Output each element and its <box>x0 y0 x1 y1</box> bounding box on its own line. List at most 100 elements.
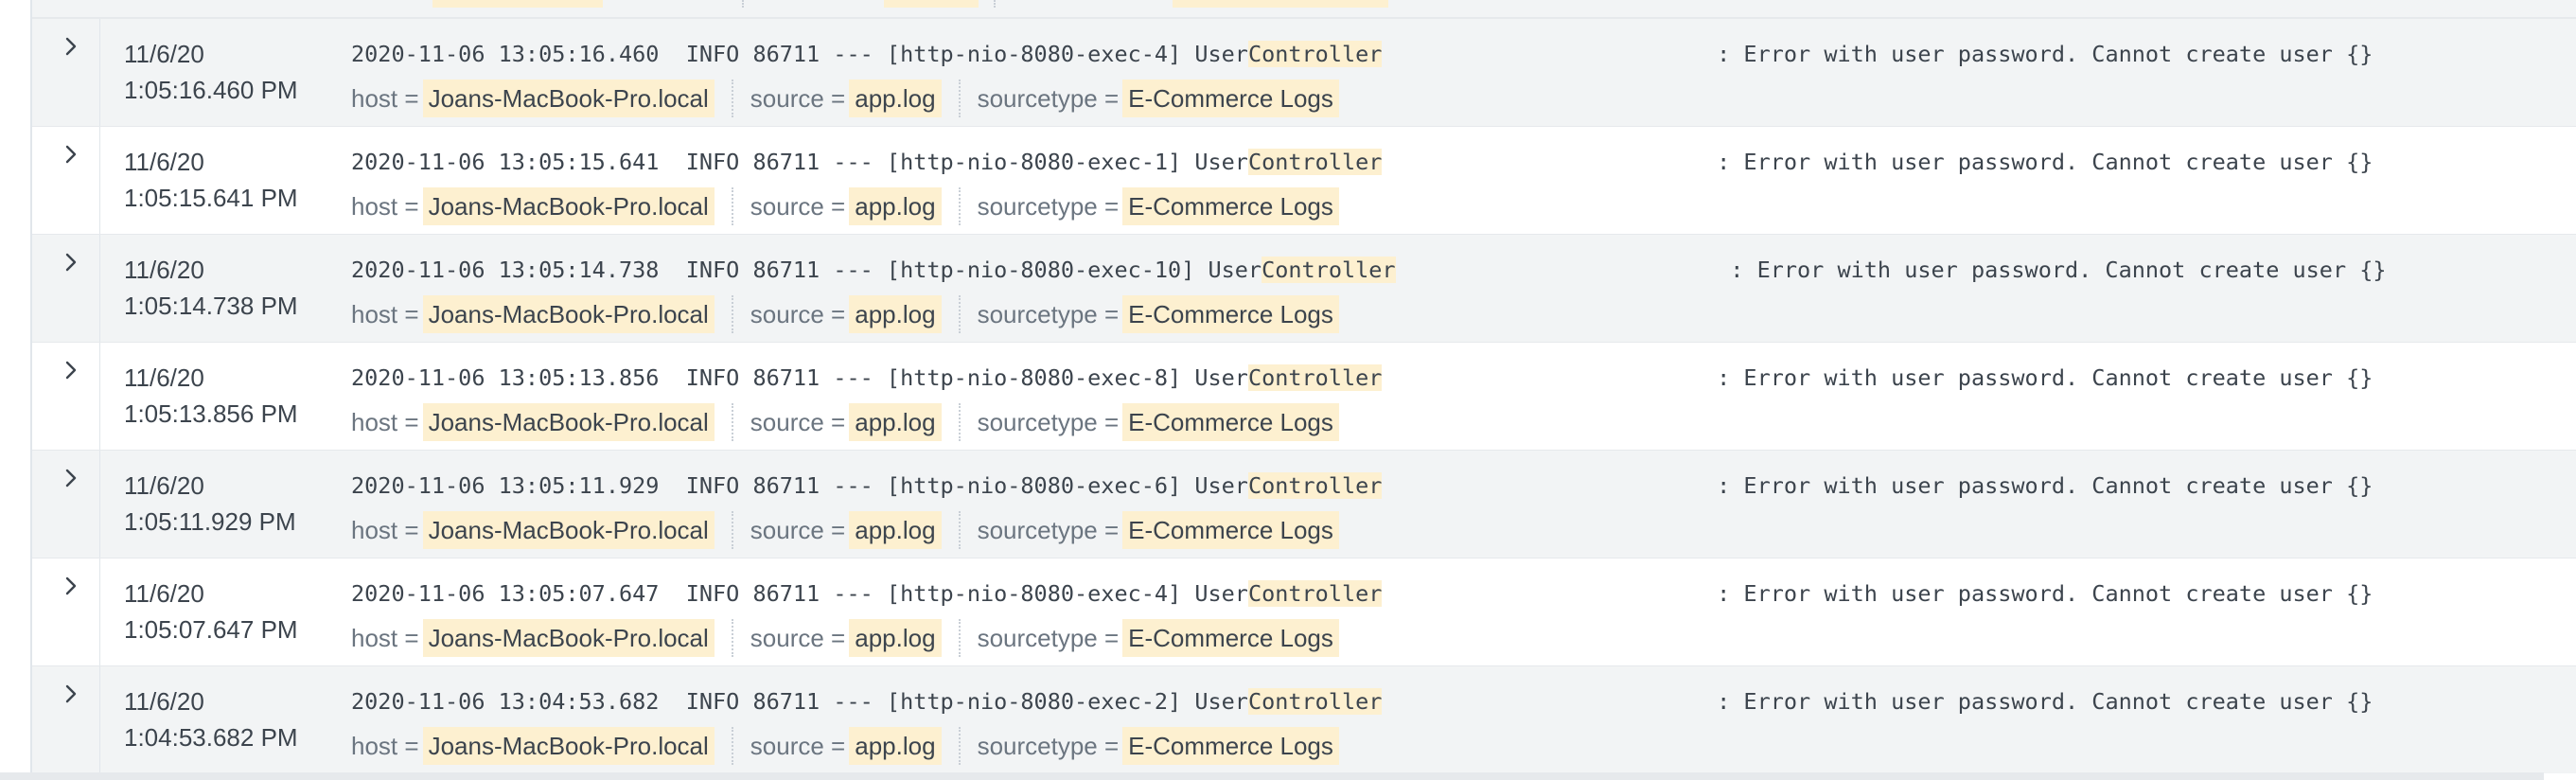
event-raw-text[interactable]: 2020-11-06 13:05:11.929 INFO 86711 --- [… <box>351 470 2373 502</box>
raw-gap <box>1382 149 1717 175</box>
field-host-value[interactable]: Joans-MacBook-Pro.local <box>422 295 715 333</box>
left-gutter <box>0 0 32 780</box>
search-results-viewport: 11/6/20 1:05:16.460 PM 2020-11-06 13:05:… <box>0 0 2576 780</box>
field-source-value[interactable]: app.log <box>849 727 942 765</box>
partial-field-separator <box>742 0 744 8</box>
field-sourcetype-key: sourcetype = <box>977 624 1120 652</box>
chevron-right-icon <box>65 576 77 595</box>
field-source-value[interactable]: app.log <box>849 80 942 117</box>
field-source-value[interactable]: app.log <box>849 403 942 441</box>
expand-event-button[interactable] <box>59 34 83 59</box>
event-raw-text[interactable]: 2020-11-06 13:04:53.682 INFO 86711 --- [… <box>351 685 2373 718</box>
event-time-cell: 11/6/20 1:05:07.647 PM <box>124 576 298 647</box>
raw-highlight-term: Controller <box>1247 472 1383 499</box>
field-sourcetype-value[interactable]: E-Commerce Logs <box>1122 619 1339 657</box>
field-sourcetype-value[interactable]: E-Commerce Logs <box>1122 187 1339 225</box>
expand-event-button[interactable] <box>59 682 83 706</box>
raw-gap <box>1382 472 1717 499</box>
raw-highlight-term: Controller <box>1247 580 1383 607</box>
event-fields: host = Joans-MacBook-Pro.local source = app… <box>351 80 1339 119</box>
field-source-key: source = <box>750 624 846 652</box>
event-time-cell: 11/6/20 1:05:11.929 PM <box>124 468 296 540</box>
event-raw-text[interactable]: 2020-11-06 13:05:14.738 INFO 86711 --- [… <box>351 254 2387 286</box>
event-raw-text[interactable]: 2020-11-06 13:05:15.641 INFO 86711 --- [… <box>351 146 2373 178</box>
field-host: host = Joans-MacBook-Pro.local <box>351 403 715 441</box>
field-separator <box>958 187 961 225</box>
field-host: host = Joans-MacBook-Pro.local <box>351 619 715 657</box>
field-sourcetype-value[interactable]: E-Commerce Logs <box>1122 511 1339 549</box>
field-separator <box>958 403 961 441</box>
event-row: 11/6/20 1:05:16.460 PM 2020-11-06 13:05:… <box>32 18 2576 126</box>
field-host: host = Joans-MacBook-Pro.local <box>351 727 715 765</box>
field-source-key: source = <box>750 408 846 436</box>
event-time: 1:05:07.647 PM <box>124 615 298 644</box>
event-raw-text[interactable]: 2020-11-06 13:05:13.856 INFO 86711 --- [… <box>351 362 2373 394</box>
field-sourcetype-key: sourcetype = <box>977 84 1120 113</box>
event-date: 11/6/20 <box>124 579 204 608</box>
expand-column <box>32 666 100 773</box>
field-separator <box>731 80 733 117</box>
expand-event-button[interactable] <box>59 466 83 490</box>
event-time: 1:05:14.738 PM <box>124 292 298 320</box>
field-source-value[interactable]: app.log <box>849 619 942 657</box>
event-date: 11/6/20 <box>124 363 204 392</box>
field-sourcetype-key: sourcetype = <box>977 408 1120 436</box>
field-sourcetype-key: sourcetype = <box>977 732 1120 760</box>
field-source-key: source = <box>750 516 846 544</box>
field-sourcetype-value[interactable]: E-Commerce Logs <box>1122 403 1339 441</box>
chevron-right-icon <box>65 469 77 488</box>
field-host-key: host = <box>351 192 419 221</box>
event-time-cell: 11/6/20 1:05:15.641 PM <box>124 144 298 216</box>
event-fields: host = Joans-MacBook-Pro.local source = app… <box>351 619 1339 659</box>
field-host-value[interactable]: Joans-MacBook-Pro.local <box>422 403 715 441</box>
field-source-value[interactable]: app.log <box>849 187 942 225</box>
event-row: 11/6/20 1:05:11.929 PM 2020-11-06 13:05:… <box>32 450 2576 558</box>
event-date: 11/6/20 <box>124 40 204 68</box>
event-time: 1:05:16.460 PM <box>124 76 298 104</box>
field-host-value[interactable]: Joans-MacBook-Pro.local <box>422 727 715 765</box>
field-sourcetype-key: sourcetype = <box>977 516 1120 544</box>
expand-column <box>32 343 100 450</box>
raw-prefix: 2020-11-06 13:05:15.641 INFO 86711 --- [… <box>351 149 1248 175</box>
field-host-value[interactable]: Joans-MacBook-Pro.local <box>422 187 715 225</box>
field-host-key: host = <box>351 624 419 652</box>
raw-message: : Error with user password. Cannot creat… <box>1717 688 2373 715</box>
field-sourcetype: sourcetype = E-Commerce Logs <box>978 403 1339 441</box>
event-raw-text[interactable]: 2020-11-06 13:05:16.460 INFO 86711 --- [… <box>351 38 2373 70</box>
field-source-value[interactable]: app.log <box>849 295 942 333</box>
raw-gap <box>1382 688 1717 715</box>
field-sourcetype-value[interactable]: E-Commerce Logs <box>1122 295 1339 333</box>
raw-message: : Error with user password. Cannot creat… <box>1717 364 2373 391</box>
field-sourcetype: sourcetype = E-Commerce Logs <box>978 187 1339 225</box>
event-fields: host = Joans-MacBook-Pro.local source = app… <box>351 187 1339 227</box>
field-host-key: host = <box>351 732 419 760</box>
event-fields: host = Joans-MacBook-Pro.local source = app… <box>351 403 1339 443</box>
event-raw-text[interactable]: 2020-11-06 13:05:07.647 INFO 86711 --- [… <box>351 577 2373 610</box>
raw-message: : Error with user password. Cannot creat… <box>1717 580 2373 607</box>
field-sourcetype-value[interactable]: E-Commerce Logs <box>1122 80 1339 117</box>
expand-event-button[interactable] <box>59 358 83 382</box>
field-host-value[interactable]: Joans-MacBook-Pro.local <box>422 619 715 657</box>
field-sourcetype-value[interactable]: E-Commerce Logs <box>1122 727 1339 765</box>
expand-event-button[interactable] <box>59 142 83 167</box>
event-date: 11/6/20 <box>124 687 204 716</box>
field-sourcetype: sourcetype = E-Commerce Logs <box>978 295 1339 333</box>
event-row: 11/6/20 1:05:07.647 PM 2020-11-06 13:05:… <box>32 558 2576 665</box>
field-source-value[interactable]: app.log <box>849 511 942 549</box>
partial-field-separator <box>994 0 996 8</box>
field-sourcetype: sourcetype = E-Commerce Logs <box>978 619 1339 657</box>
field-sourcetype: sourcetype = E-Commerce Logs <box>978 727 1339 765</box>
horizontal-scrollbar-track[interactable] <box>0 772 2544 780</box>
field-host: host = Joans-MacBook-Pro.local <box>351 80 715 117</box>
field-host-value[interactable]: Joans-MacBook-Pro.local <box>422 511 715 549</box>
event-fields: host = Joans-MacBook-Pro.local source = app… <box>351 727 1339 767</box>
field-source: source = app.log <box>750 727 942 765</box>
partial-host-value <box>432 0 603 8</box>
event-time: 1:04:53.682 PM <box>124 723 298 752</box>
event-row: 11/6/20 1:05:14.738 PM 2020-11-06 13:05:… <box>32 234 2576 342</box>
expand-event-button[interactable] <box>59 574 83 598</box>
raw-prefix: 2020-11-06 13:05:11.929 INFO 86711 --- [… <box>351 472 1248 499</box>
expand-column <box>32 127 100 234</box>
expand-event-button[interactable] <box>59 250 83 275</box>
field-host-value[interactable]: Joans-MacBook-Pro.local <box>422 80 715 117</box>
